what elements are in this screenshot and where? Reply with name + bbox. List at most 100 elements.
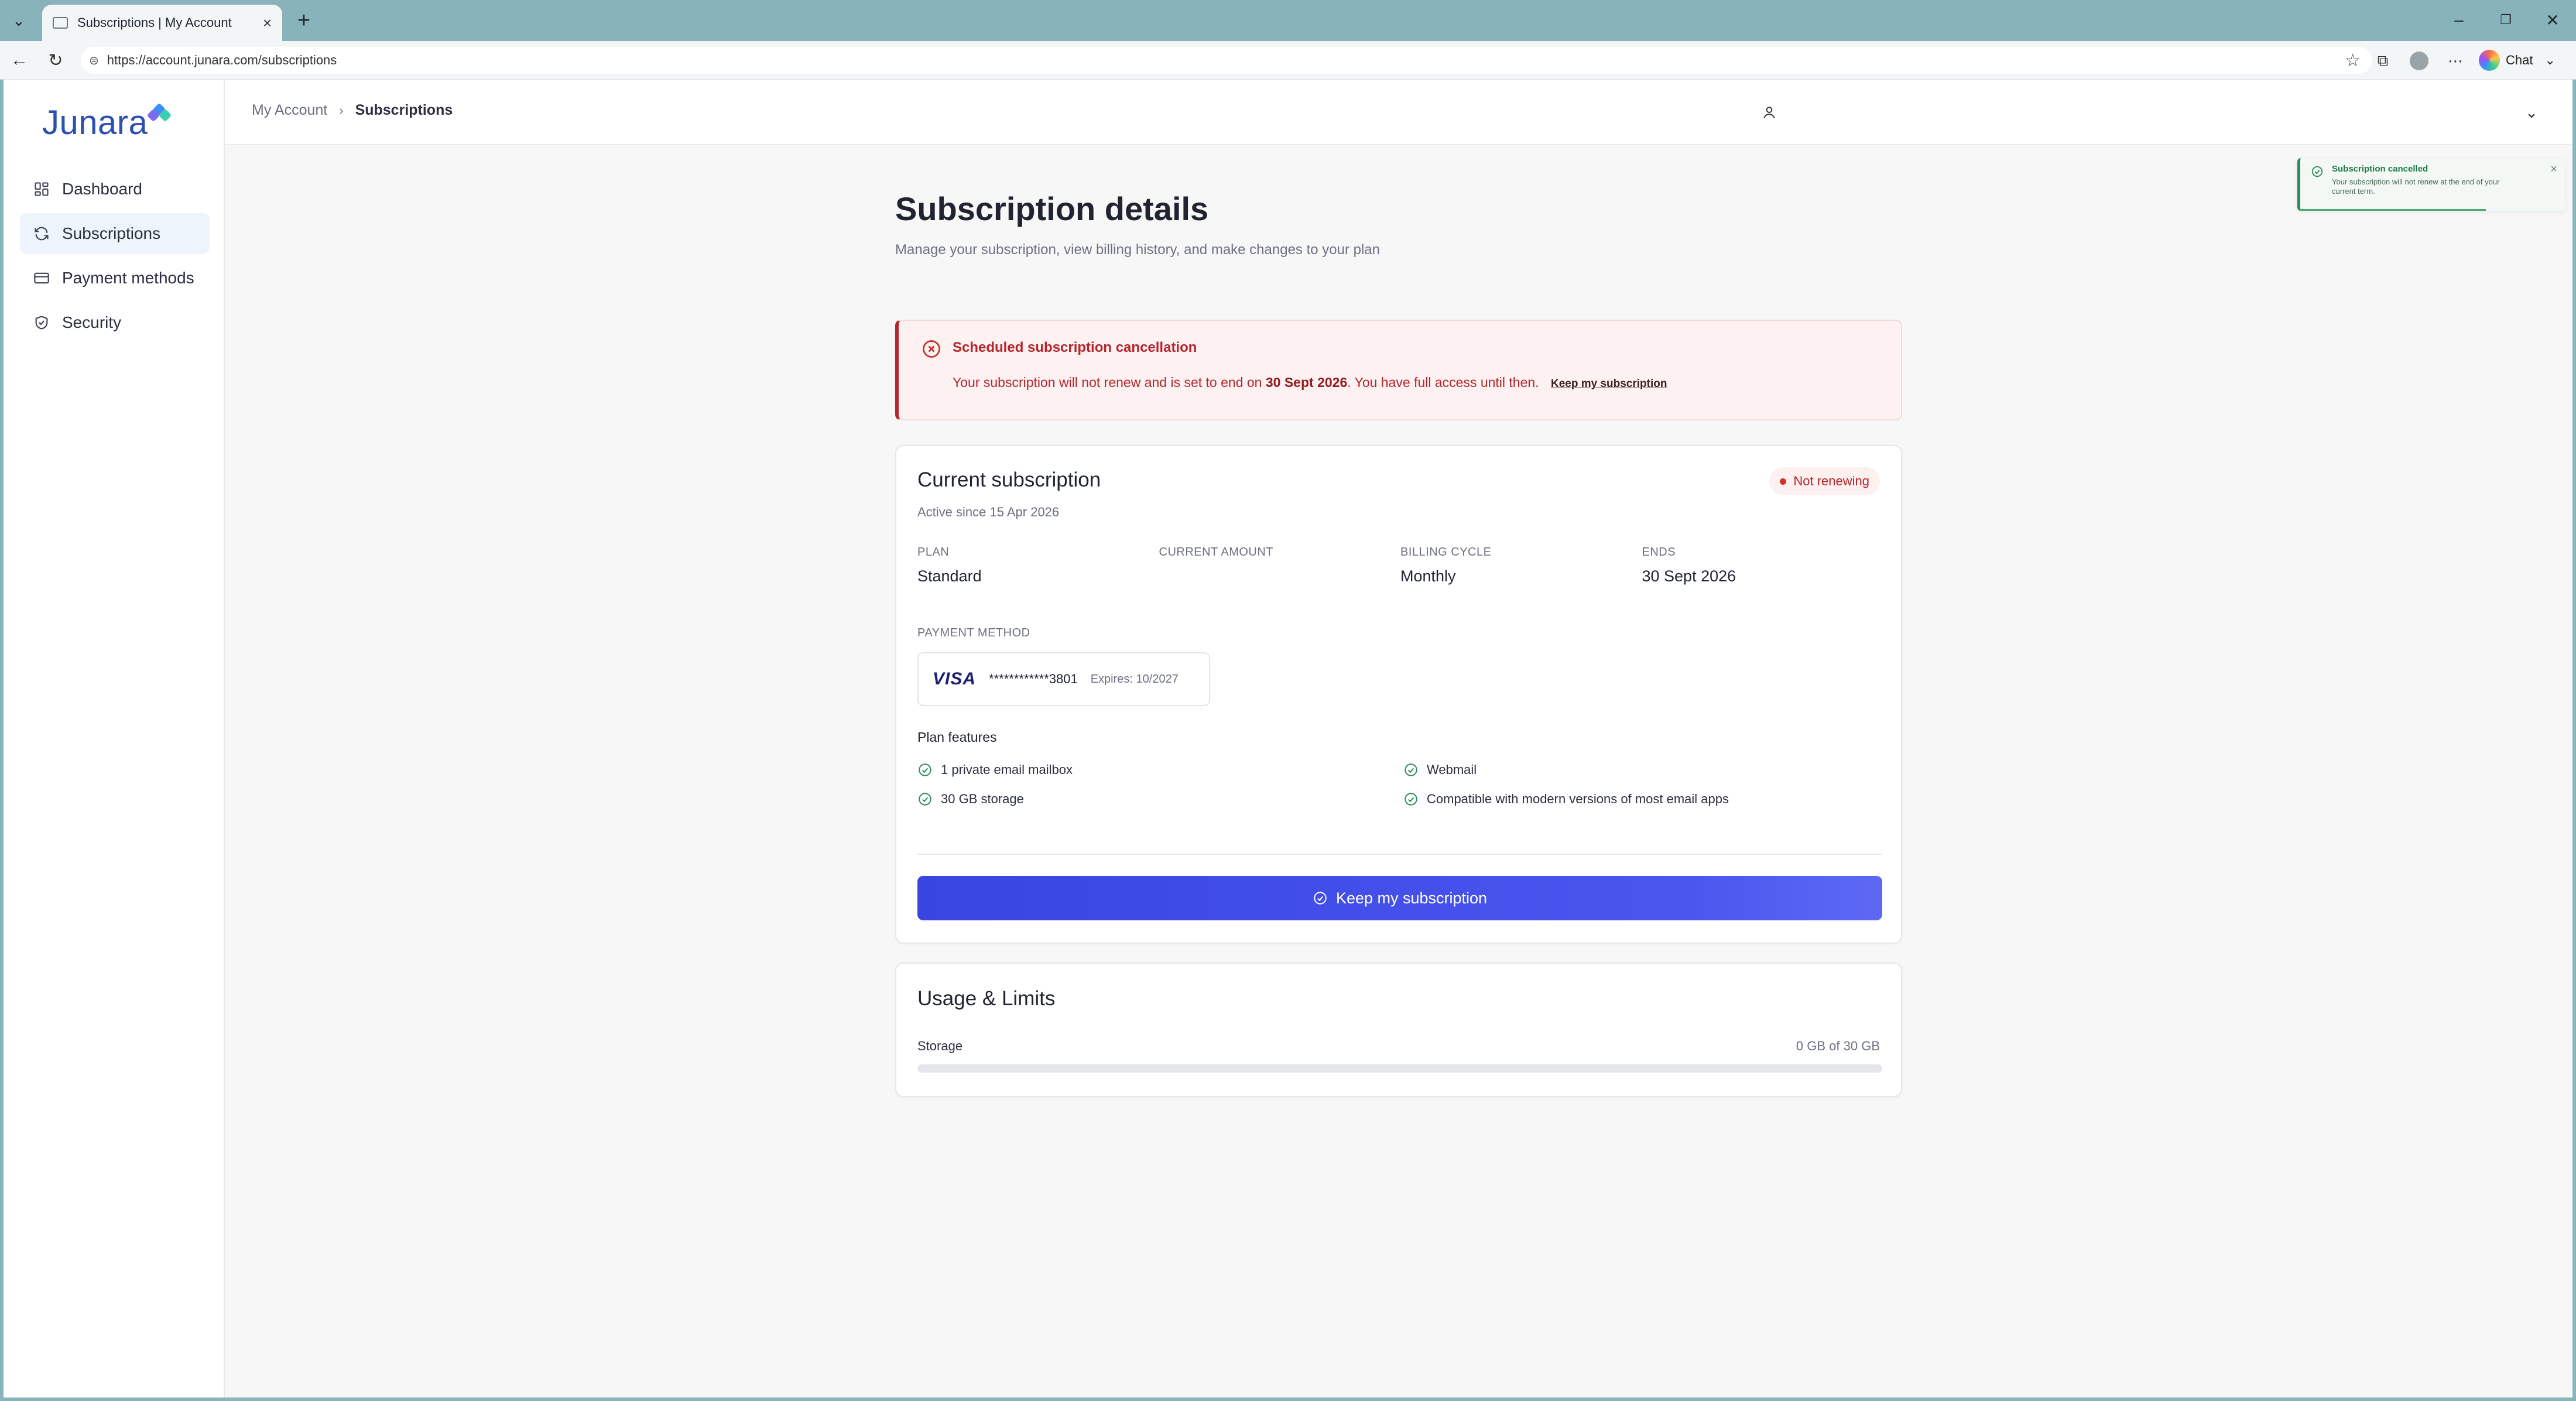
field-plan: PLAN Standard <box>917 546 1159 585</box>
status-dot <box>1780 478 1787 485</box>
chat-button-label: Chat <box>2506 53 2533 67</box>
storage-label: Storage <box>917 1039 963 1053</box>
alert-end-date: 30 Sept 2026 <box>1265 375 1348 390</box>
browser-tab-active[interactable]: Subscriptions | My Account × <box>42 5 282 41</box>
dashboard-icon <box>33 180 50 198</box>
check-circle-icon <box>917 792 933 807</box>
check-circle-icon <box>1403 792 1419 807</box>
app-header: My Account › Subscriptions ⌄ <box>225 80 2572 145</box>
page-subtitle: Manage your subscription, view billing h… <box>895 242 1380 258</box>
alert-body-prefix: Your subscription will not renew and is … <box>953 375 1262 390</box>
alert-title: Scheduled subscription cancellation <box>953 340 1197 355</box>
check-circle-icon <box>1313 890 1328 906</box>
x-circle-icon <box>921 338 942 359</box>
chevron-down-icon: ⌄ <box>2544 53 2556 67</box>
sidebar-item-payment-methods[interactable]: Payment methods <box>20 258 210 299</box>
page-viewport: Junara Dashboard Subscriptions Payment m… <box>4 80 2572 1397</box>
browser-tab-strip: ⌄ Subscriptions | My Account × + – ❐ ✕ <box>0 0 2576 41</box>
page-favicon-icon <box>53 17 68 29</box>
keep-subscription-link[interactable]: Keep my subscription <box>1551 378 1667 390</box>
field-value: Standard <box>917 567 982 585</box>
field-billing-cycle: BILLING CYCLE Monthly <box>1400 546 1642 585</box>
tab-list-chevron-icon[interactable]: ⌄ <box>5 8 33 33</box>
field-label: BILLING CYCLE <box>1400 546 1492 559</box>
card-expiry: Expires: 10/2027 <box>1090 672 1179 686</box>
shield-check-icon <box>33 314 50 331</box>
field-label: CURRENT AMOUNT <box>1159 546 1274 559</box>
field-label: PLAN <box>917 546 950 559</box>
usage-limits-card: Usage & Limits Storage 0 GB of 30 GB <box>895 962 1902 1097</box>
check-circle-icon <box>1403 762 1419 777</box>
plan-feature: 1 private email mailbox <box>917 762 1073 777</box>
plan-feature: Webmail <box>1403 762 1477 777</box>
visa-logo-icon: VISA <box>933 669 977 688</box>
address-url: https://account.junara.com/subscriptions <box>107 53 337 67</box>
extensions-icon[interactable]: ⧉ <box>2370 48 2396 74</box>
active-since: Active since 15 Apr 2026 <box>917 505 1060 519</box>
back-arrow-icon[interactable]: ← <box>6 47 33 74</box>
storage-value: 0 GB of 30 GB <box>1796 1039 1880 1053</box>
sidebar-item-label: Dashboard <box>62 180 142 198</box>
card-number: ************3801 <box>989 672 1078 686</box>
close-tab-icon[interactable]: × <box>263 14 272 32</box>
main-content: Subscription details Manage your subscri… <box>895 190 1902 1097</box>
copilot-logo-icon <box>2479 50 2500 71</box>
plan-feature-label: Webmail <box>1427 762 1477 777</box>
keep-subscription-button[interactable]: Keep my subscription <box>917 876 1882 920</box>
profile-avatar-icon[interactable] <box>2406 48 2432 74</box>
plan-feature: Compatible with modern versions of most … <box>1403 792 1729 807</box>
sidebar-item-label: Security <box>62 313 122 331</box>
user-icon[interactable] <box>1758 101 1781 124</box>
check-circle-icon <box>917 762 933 777</box>
browser-toolbar: ← ↻ ⊜ https://account.junara.com/subscri… <box>0 41 2576 80</box>
restore-window-icon[interactable]: ❐ <box>2488 7 2523 33</box>
address-bar[interactable]: ⊜ https://account.junara.com/subscriptio… <box>81 47 2372 74</box>
bookmark-star-icon[interactable]: ☆ <box>2345 50 2361 71</box>
field-label: ENDS <box>1642 546 1676 559</box>
payment-method-label: PAYMENT METHOD <box>917 626 1030 639</box>
sidebar-item-label: Subscriptions <box>62 224 161 242</box>
storage-progress-bar <box>917 1064 1882 1073</box>
toast-title: Subscription cancelled <box>2332 164 2428 174</box>
subscription-fields: PLAN Standard CURRENT AMOUNT BILLING CYC… <box>917 546 1883 585</box>
more-menu-icon[interactable]: ⋯ <box>2443 48 2468 74</box>
sidebar: Junara Dashboard Subscriptions Payment m… <box>4 80 225 1397</box>
refresh-icon <box>33 225 50 242</box>
status-badge-label: Not renewing <box>1793 474 1869 488</box>
sidebar-item-dashboard[interactable]: Dashboard <box>20 169 210 210</box>
field-value: 30 Sept 2026 <box>1642 567 1736 585</box>
status-badge: Not renewing <box>1769 467 1880 495</box>
user-menu-chevron-down-icon[interactable]: ⌄ <box>2520 101 2543 124</box>
toast-message: Your subscription will not renew at the … <box>2332 177 2500 196</box>
breadcrumb: My Account › Subscriptions <box>252 102 453 119</box>
logo-mark-icon <box>147 102 172 126</box>
close-window-icon[interactable]: ✕ <box>2535 7 2570 33</box>
reload-icon[interactable]: ↻ <box>42 47 69 74</box>
toast-timer-bar <box>2300 209 2486 211</box>
credit-card-icon <box>33 269 50 287</box>
card-title: Usage & Limits <box>917 987 1056 1010</box>
site-info-icon[interactable]: ⊜ <box>89 53 99 68</box>
chevron-right-icon: › <box>339 102 344 118</box>
card-divider <box>917 854 1882 855</box>
field-ends: ENDS 30 Sept 2026 <box>1642 546 1884 585</box>
new-tab-plus-icon[interactable]: + <box>290 8 317 33</box>
junara-logo[interactable]: Junara <box>42 102 172 142</box>
plan-feature-label: 1 private email mailbox <box>941 762 1073 777</box>
breadcrumb-my-account[interactable]: My Account <box>252 102 327 119</box>
sidebar-item-security[interactable]: Security <box>20 302 210 343</box>
success-toast: Subscription cancelled Your subscription… <box>2297 158 2565 211</box>
page-title: Subscription details <box>895 190 1209 227</box>
alert-body: Your subscription will not renew and is … <box>953 375 1667 391</box>
card-title: Current subscription <box>917 468 1101 491</box>
sidebar-item-subscriptions[interactable]: Subscriptions <box>20 213 210 254</box>
sidebar-item-label: Payment methods <box>62 269 194 287</box>
chat-button[interactable]: Chat ⌄ <box>2479 47 2556 74</box>
plan-feature: 30 GB storage <box>917 792 1024 807</box>
browser-tab-title: Subscriptions | My Account <box>77 15 232 30</box>
payment-method-card: VISA ************3801 Expires: 10/2027 <box>917 652 1210 706</box>
field-value: Monthly <box>1400 567 1456 585</box>
minimize-window-icon[interactable]: – <box>2441 7 2476 33</box>
plan-features-title: Plan features <box>917 729 997 745</box>
close-toast-icon[interactable]: × <box>2550 163 2557 176</box>
